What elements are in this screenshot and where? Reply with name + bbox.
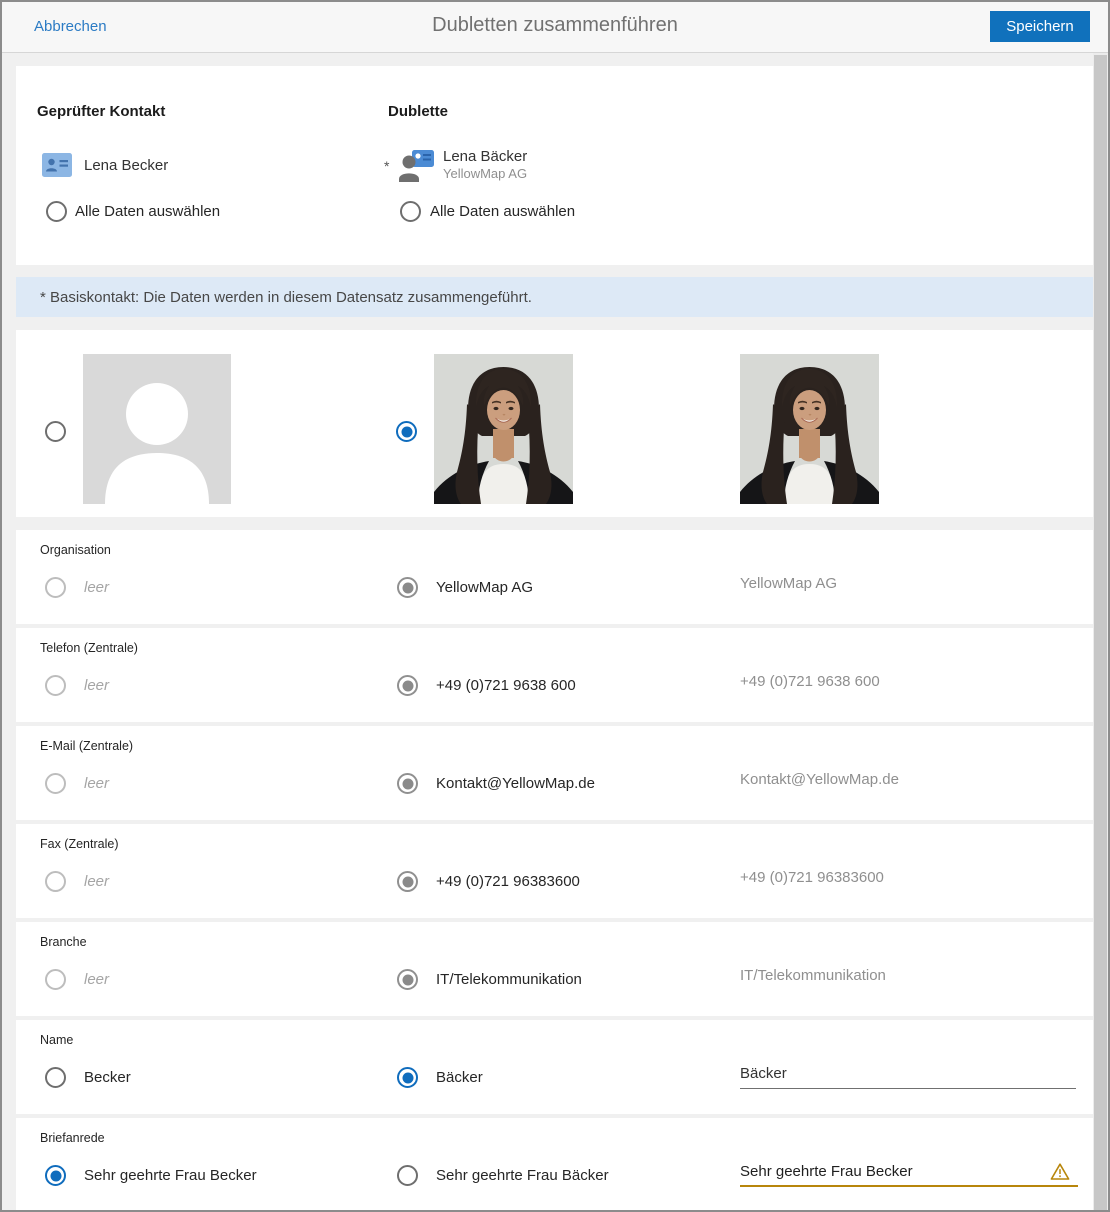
base-contact-info-bar: * Basiskontakt: Die Daten werden in dies… — [16, 277, 1093, 317]
radio-left[interactable] — [45, 1067, 66, 1088]
select-all-left-label: Alle Daten auswählen — [75, 203, 220, 220]
radio-middle[interactable] — [397, 773, 418, 794]
middle-value: Bäcker — [436, 1069, 483, 1086]
left-value: leer — [84, 775, 109, 792]
radio-middle[interactable] — [397, 1067, 418, 1088]
duplicate-contact-photo — [434, 354, 573, 504]
field-label: Telefon (Zentrale) — [40, 641, 138, 655]
radio-left[interactable] — [45, 675, 66, 696]
duplicate-contact-org: YellowMap AG — [443, 166, 527, 181]
left-value: leer — [84, 971, 109, 988]
field-row-branche: Branche leer IT/Telekommunikation IT/Tel… — [16, 922, 1093, 1016]
radio-left[interactable] — [45, 577, 66, 598]
verified-contact-title: Geprüfter Kontakt — [37, 103, 165, 120]
result-value: YellowMap AG — [740, 575, 837, 592]
result-value: Kontakt@YellowMap.de — [740, 771, 899, 788]
warning-icon — [1050, 1162, 1070, 1181]
middle-value: YellowMap AG — [436, 579, 533, 596]
save-button[interactable]: Speichern — [990, 11, 1090, 42]
radio-middle[interactable] — [397, 577, 418, 598]
vertical-scrollbar[interactable] — [1093, 53, 1108, 1212]
verified-contact-name: Lena Becker — [84, 157, 168, 174]
duplicate-contact-title: Dublette — [388, 103, 448, 120]
middle-value: IT/Telekommunikation — [436, 971, 582, 988]
field-label: E-Mail (Zentrale) — [40, 739, 133, 753]
photo-left-radio[interactable] — [45, 421, 66, 442]
photo-middle-radio[interactable] — [396, 421, 417, 442]
select-all-right-label: Alle Daten auswählen — [430, 203, 575, 220]
field-label: Fax (Zentrale) — [40, 837, 119, 851]
radio-middle[interactable] — [397, 871, 418, 892]
radio-middle[interactable] — [397, 1165, 418, 1186]
person-with-card-icon — [398, 148, 434, 184]
field-row-fax: Fax (Zentrale) leer +49 (0)721 96383600 … — [16, 824, 1093, 918]
field-row-name: Name Becker Bäcker — [16, 1020, 1093, 1114]
select-all-right-radio[interactable] — [400, 201, 421, 222]
radio-middle[interactable] — [397, 675, 418, 696]
radio-left[interactable] — [45, 1165, 66, 1186]
left-value: Becker — [84, 1069, 131, 1086]
select-all-right: Alle Daten auswählen — [400, 201, 575, 222]
middle-value: +49 (0)721 9638 600 — [436, 677, 576, 694]
page-title: Dubletten zusammenführen — [0, 14, 1110, 37]
left-value: leer — [84, 579, 109, 596]
radio-left[interactable] — [45, 969, 66, 990]
select-all-left: Alle Daten auswählen — [46, 201, 220, 222]
middle-value: Sehr geehrte Frau Bäcker — [436, 1167, 609, 1184]
left-value: Sehr geehrte Frau Becker — [84, 1167, 257, 1184]
placeholder-photo — [83, 354, 231, 504]
field-row-organisation: Organisation leer YellowMap AG YellowMap… — [16, 530, 1093, 624]
duplicate-contact-entry: * Lena Bäcker YellowMap AG — [384, 148, 527, 184]
field-row-briefanrede: Briefanrede Sehr geehrte Frau Becker Seh… — [16, 1118, 1093, 1212]
field-label: Name — [40, 1033, 73, 1047]
left-value: leer — [84, 873, 109, 890]
photo-row — [16, 330, 1093, 517]
result-photo — [740, 354, 879, 504]
result-salutation-input[interactable] — [740, 1163, 1078, 1187]
info-bar-text: * Basiskontakt: Die Daten werden in dies… — [40, 289, 532, 306]
radio-left[interactable] — [45, 773, 66, 794]
merge-duplicates-dialog: Abbrechen Dubletten zusammenführen Speic… — [0, 0, 1110, 1212]
left-value: leer — [84, 677, 109, 694]
top-bar: Abbrechen Dubletten zusammenführen Speic… — [0, 0, 1110, 53]
select-all-left-radio[interactable] — [46, 201, 67, 222]
middle-value: +49 (0)721 96383600 — [436, 873, 580, 890]
verified-contact-entry: Lena Becker — [42, 150, 168, 180]
field-label: Briefanrede — [40, 1131, 105, 1145]
result-value: +49 (0)721 9638 600 — [740, 673, 880, 690]
result-value: IT/Telekommunikation — [740, 967, 886, 984]
duplicate-contact-name: Lena Bäcker — [443, 148, 527, 165]
field-label: Branche — [40, 935, 87, 949]
radio-middle[interactable] — [397, 969, 418, 990]
result-value: +49 (0)721 96383600 — [740, 869, 884, 886]
middle-value: Kontakt@YellowMap.de — [436, 775, 595, 792]
contacts-header-card: Geprüfter Kontakt Dublette Lena Becker * — [16, 66, 1093, 265]
field-label: Organisation — [40, 543, 111, 557]
field-row-telefon: Telefon (Zentrale) leer +49 (0)721 9638 … — [16, 628, 1093, 722]
field-row-email: E-Mail (Zentrale) leer Kontakt@YellowMap… — [16, 726, 1093, 820]
radio-left[interactable] — [45, 871, 66, 892]
scrollbar-thumb[interactable] — [1094, 55, 1107, 1210]
contact-card-icon — [42, 153, 72, 177]
base-contact-marker: * — [384, 158, 392, 174]
result-name-input[interactable] — [740, 1065, 1076, 1089]
